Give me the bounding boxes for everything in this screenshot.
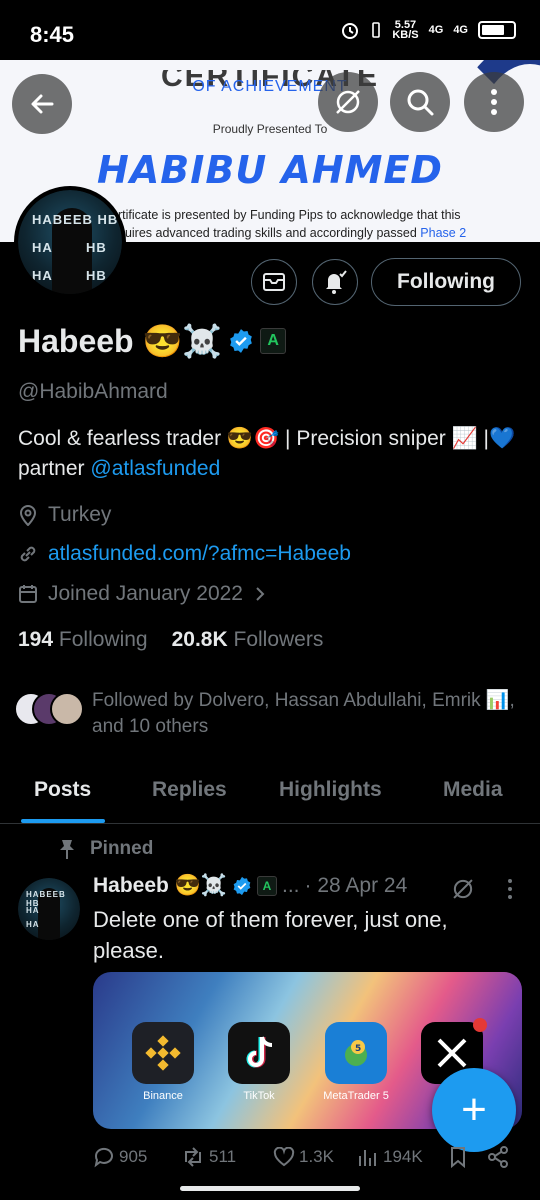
bio-mention-link[interactable]: @atlasfunded <box>90 457 220 480</box>
verified-icon[interactable] <box>228 328 254 354</box>
back-arrow-icon <box>31 94 54 114</box>
signal-1: 4G <box>428 24 444 36</box>
vibrate-icon <box>372 22 381 38</box>
like-icon <box>273 1147 295 1167</box>
status-bar: 8:45 5.57 KB/S 4G 4G <box>0 0 540 64</box>
followed-by[interactable]: Followed by Dolvero, Hassan Abdullahi, E… <box>14 688 524 740</box>
mute-notifications-button[interactable] <box>318 72 378 132</box>
metatrader-icon: 5 <box>325 1022 387 1084</box>
tiktok-icon <box>228 1022 290 1084</box>
more-options-button[interactable] <box>464 72 524 132</box>
tab-highlights[interactable]: Highlights <box>279 778 382 802</box>
compose-button[interactable]: + <box>432 1068 516 1152</box>
calendar-icon <box>19 585 37 603</box>
profile-location: Turkey <box>18 503 111 527</box>
certificate-subtitle: OF ACHIEVEMENT <box>192 78 348 95</box>
profile-name: Habeeb 😎☠️ A <box>18 322 287 360</box>
home-indicator[interactable] <box>180 1186 360 1191</box>
bookmark-button[interactable] <box>449 1146 487 1168</box>
net-speed: 5.57 KB/S <box>392 19 419 41</box>
followers-count-link[interactable]: 20.8K Followers <box>172 628 324 652</box>
location-icon <box>19 505 37 526</box>
post-author-name[interactable]: Habeeb 😎☠️ <box>93 874 227 898</box>
avatar-image: HABEEB HB HA HA <box>18 878 80 940</box>
certificate-body: rtificate is presented by Funding Pips t… <box>118 208 467 240</box>
battery-icon <box>478 21 516 39</box>
status-time: 8:45 <box>30 22 75 47</box>
search-button[interactable] <box>390 72 450 132</box>
follower-avatars <box>14 688 84 728</box>
share-icon <box>488 1146 508 1168</box>
affiliate-badge: A <box>257 876 277 896</box>
like-button[interactable]: 1.3K <box>273 1147 357 1167</box>
followed-by-text: Followed by Dolvero, Hassan Abdullahi, E… <box>92 690 515 737</box>
mail-icon <box>263 273 285 291</box>
tab-replies[interactable]: Replies <box>152 778 227 802</box>
svg-text:5: 5 <box>355 1044 361 1054</box>
link-icon <box>20 546 36 562</box>
status-icons: 5.57 KB/S 4G 4G <box>340 19 516 41</box>
search-icon <box>407 89 434 116</box>
post-date[interactable]: · 28 Apr 24 <box>305 874 408 898</box>
follower-avatar <box>50 692 84 726</box>
post-ellipsis: ... <box>282 874 300 897</box>
repost-button[interactable]: 511 <box>181 1146 273 1168</box>
notifications-button[interactable] <box>312 259 358 305</box>
post-more-icon[interactable] <box>506 878 514 900</box>
bell-check-icon <box>326 270 347 294</box>
post-text: Delete one of them forever, just one, pl… <box>93 907 448 963</box>
certificate-presented: Proudly Presented To <box>212 122 328 136</box>
app-tiktok: TikTok <box>227 1022 291 1102</box>
app-binance: Binance <box>131 1022 195 1102</box>
profile-avatar[interactable]: HABEEB HB HA HB HA HB <box>14 186 126 298</box>
views-button[interactable]: 194K <box>357 1146 449 1168</box>
following-count-link[interactable]: 194 Following <box>18 628 148 652</box>
binance-icon <box>132 1022 194 1084</box>
post-author-avatar[interactable]: HABEEB HB HA HA <box>18 878 80 940</box>
chevron-right-icon[interactable] <box>253 584 267 604</box>
profile-website[interactable]: atlasfunded.com/?afmc=Habeeb <box>18 542 351 566</box>
no-notify-icon <box>336 90 360 114</box>
repost-icon <box>185 1147 201 1167</box>
share-button[interactable] <box>487 1146 509 1168</box>
following-button[interactable]: Following <box>371 258 521 306</box>
reply-button[interactable]: 905 <box>93 1146 181 1168</box>
profile-tabs: Posts Replies Highlights Media <box>0 764 540 824</box>
display-name: Habeeb 😎☠️ <box>18 323 223 359</box>
tab-posts[interactable]: Posts <box>34 778 91 802</box>
pin-icon <box>60 840 74 859</box>
back-button[interactable] <box>12 74 72 134</box>
views-icon <box>359 1150 376 1166</box>
post-actions: 905 511 1.3K 194K <box>93 1146 523 1168</box>
follow-counts: 194 Following 20.8K Followers <box>18 628 323 652</box>
affiliate-badge[interactable]: A <box>260 328 287 354</box>
more-vertical-icon <box>491 89 497 115</box>
profile-bio: Cool & fearless trader 😎🎯 | Precision sn… <box>18 427 516 480</box>
verified-icon <box>233 876 251 896</box>
signal-2: 4G <box>453 24 468 36</box>
profile-joined: Joined January 2022 <box>18 582 267 606</box>
app-metatrader5: 5 MetaTrader 5 <box>323 1022 389 1102</box>
certificate-recipient: HABIBU AHMED <box>97 148 443 192</box>
profile-handle: @HabibAhmard <box>18 380 168 403</box>
notification-dot <box>473 1018 487 1032</box>
active-tab-indicator <box>21 819 105 823</box>
reply-icon <box>94 1147 113 1168</box>
post-header: Habeeb 😎☠️ A ... · 28 Apr 24 <box>93 874 407 898</box>
bookmark-icon <box>451 1147 465 1168</box>
tab-media[interactable]: Media <box>443 778 503 802</box>
alarm-icon <box>342 23 359 39</box>
message-button[interactable] <box>251 259 297 305</box>
avatar-image: HABEEB HB HA HB HA HB <box>18 190 122 294</box>
pinned-label: Pinned <box>58 838 153 860</box>
no-notify-icon[interactable] <box>450 876 476 902</box>
